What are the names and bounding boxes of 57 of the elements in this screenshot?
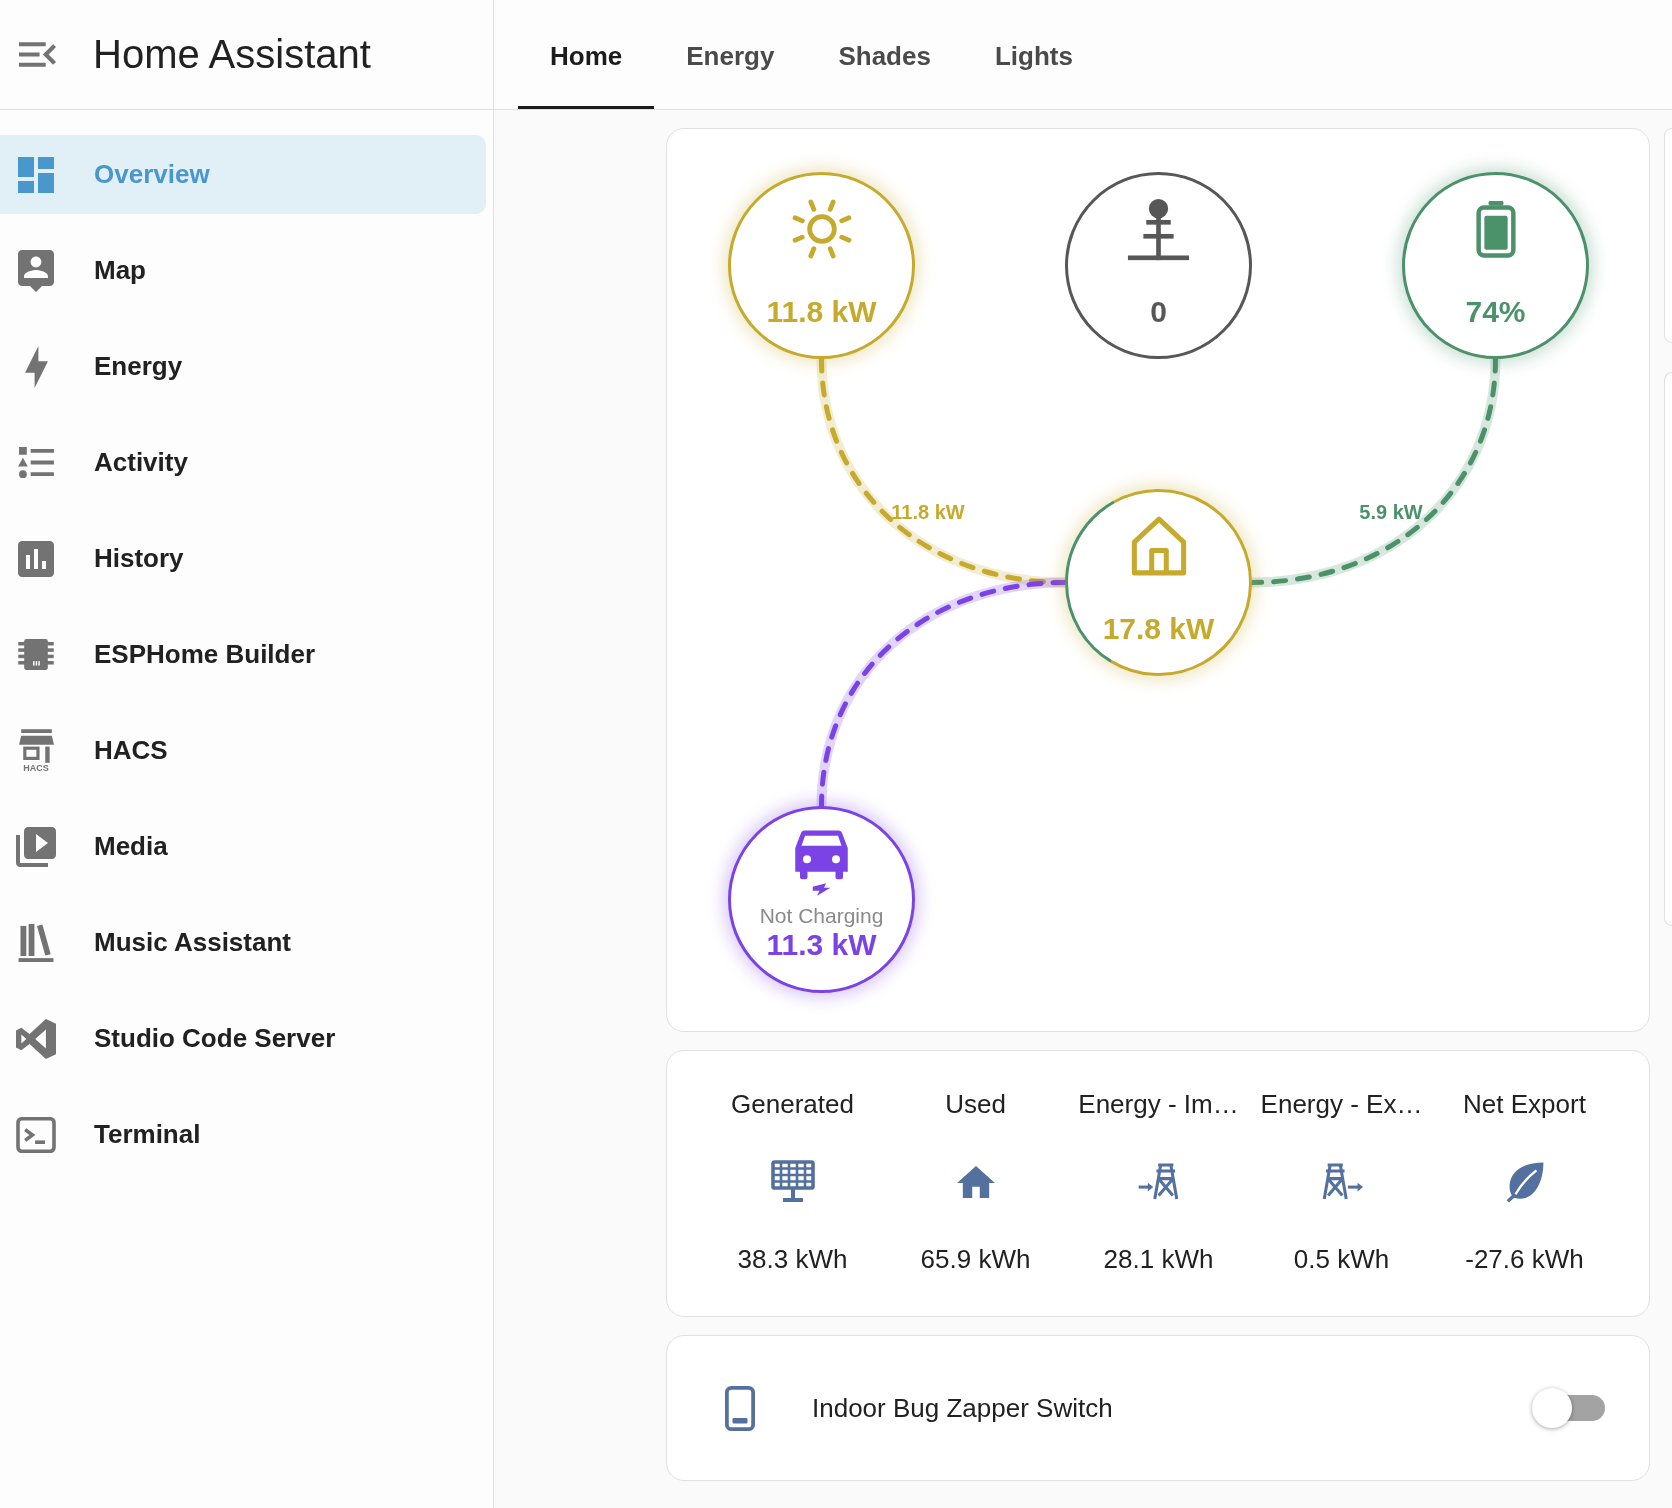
node-value: 17.8 kW (1102, 612, 1215, 646)
tab[interactable]: Home (518, 0, 655, 109)
leaf-icon (1505, 1161, 1544, 1203)
nav-item[interactable]: Media (0, 807, 486, 886)
flow-label: 11.8 kW (891, 501, 965, 523)
phone-icon (725, 1385, 755, 1431)
nav-item[interactable]: ESPHome Builder (0, 615, 486, 694)
nav-item[interactable]: Map (0, 231, 486, 310)
power-pole-icon (1127, 197, 1190, 261)
toggle-switch[interactable] (1532, 1388, 1605, 1428)
nav-item[interactable]: Terminal (0, 1095, 486, 1174)
chip-icon (18, 639, 54, 670)
nav-item[interactable]: Energy (0, 327, 486, 406)
stat-value: 28.1 kWh (1103, 1243, 1214, 1275)
node-value: 11.3 kW (766, 928, 877, 962)
code-editor-logo-icon (16, 1018, 56, 1059)
node-value: 74% (1465, 295, 1526, 329)
switch-label: Indoor Bug Zapper Switch (812, 1392, 1113, 1424)
charging-status: Not Charging (759, 904, 884, 928)
nav-item[interactable]: HACS HACS (0, 711, 486, 790)
flow-label: 5.9 kW (1359, 501, 1423, 523)
battery-icon (1475, 200, 1516, 258)
stat-label: Used (945, 1088, 1006, 1120)
nav-item[interactable]: Studio Code Server (0, 999, 486, 1078)
solar-panel-icon (770, 1160, 815, 1204)
stat-label: Energy - Im… (1078, 1088, 1239, 1120)
nav-item[interactable]: History (0, 519, 486, 598)
person-pin-icon (18, 249, 54, 292)
node-value: 11.8 kW (766, 295, 877, 329)
icon-caption: HACS (23, 762, 49, 773)
books-icon (18, 923, 54, 962)
stat-label: Energy - Ex… (1260, 1088, 1423, 1120)
stat-value: 0.5 kWh (1293, 1243, 1390, 1275)
house-icon (956, 1166, 995, 1198)
nav-item[interactable]: Activity (0, 423, 486, 502)
stat-label: Net Export (1463, 1088, 1586, 1120)
list-icon (18, 447, 54, 478)
store-icon (18, 728, 54, 763)
tab[interactable]: Lights (962, 0, 1105, 109)
tab[interactable]: Energy (654, 0, 807, 109)
tab[interactable]: Shades (806, 0, 963, 109)
media-play-icon (16, 826, 56, 867)
stat-value: 38.3 kWh (737, 1243, 848, 1275)
app-title: Home Assistant (93, 32, 371, 77)
bar-chart-icon (18, 540, 54, 577)
menu-icon[interactable] (19, 42, 56, 67)
stat-label: Generated (731, 1088, 854, 1120)
power-tower-arrow-icon (1136, 1163, 1181, 1201)
stat-value: 65.9 kWh (920, 1243, 1031, 1275)
house-icon (1130, 515, 1187, 577)
nav-item[interactable]: Music Assistant (0, 903, 486, 982)
stat-value: -27.6 kWh (1465, 1243, 1584, 1275)
lightning-icon (24, 345, 48, 388)
node-value: 0 (1150, 295, 1167, 329)
dashboard-icon (18, 156, 54, 193)
terminal-icon (16, 1116, 56, 1153)
car-charging-icon (795, 830, 848, 896)
